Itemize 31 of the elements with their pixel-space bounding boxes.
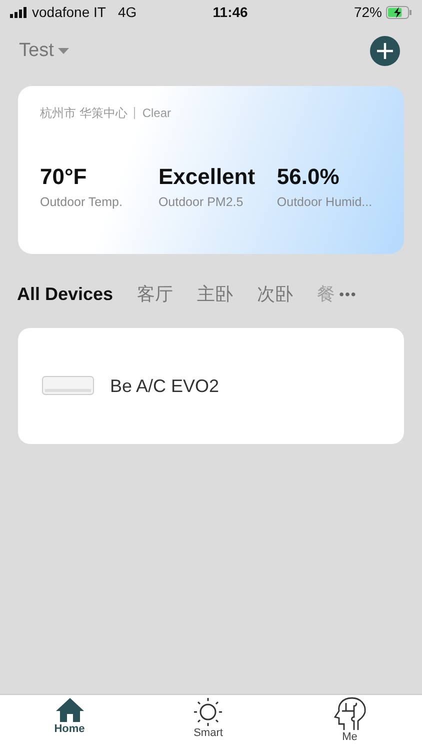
device-name: Be A/C EVO2 [110, 374, 220, 398]
clock: 11:46 [212, 2, 248, 22]
caret-icon [58, 48, 69, 54]
stat-value: Excellent [158, 163, 256, 191]
battery-percent: 72% [354, 2, 382, 22]
network-type: 4G [118, 2, 137, 22]
stat-value: 56.0% [276, 163, 340, 191]
signal-icon [10, 6, 28, 18]
room-tab[interactable]: 主卧 [197, 280, 234, 308]
stat-label: Outdoor PM2.5 [158, 194, 244, 211]
stat-label: Outdoor Humid... [276, 194, 374, 211]
home-icon [54, 697, 85, 723]
location-text: 杭州市 华策中心 [40, 105, 128, 122]
room-tab[interactable]: All Devices [17, 280, 114, 308]
head-puzzle-icon [332, 697, 368, 731]
air-conditioner-icon [42, 376, 94, 396]
add-button[interactable] [370, 36, 400, 66]
sun-icon [193, 697, 224, 727]
carrier-name: vodafone IT [32, 2, 106, 22]
weather-condition: Clear [142, 105, 172, 122]
room-tab[interactable]: 次卧 [257, 280, 294, 308]
stat-value: 70°F [40, 163, 88, 191]
more-button[interactable]: ••• [339, 284, 357, 304]
tab-bar-item[interactable]: Home [54, 695, 85, 736]
tab-bar-item[interactable]: Smart [193, 695, 224, 740]
device-card[interactable]: Be A/C EVO2 [18, 328, 404, 444]
room-tab[interactable]: 客厅 [137, 280, 174, 308]
plus-icon [376, 42, 394, 60]
stat-label: Outdoor Temp. [40, 194, 124, 211]
home-selector[interactable]: Test [19, 36, 69, 66]
tab-bar-item[interactable]: Me [332, 695, 368, 744]
